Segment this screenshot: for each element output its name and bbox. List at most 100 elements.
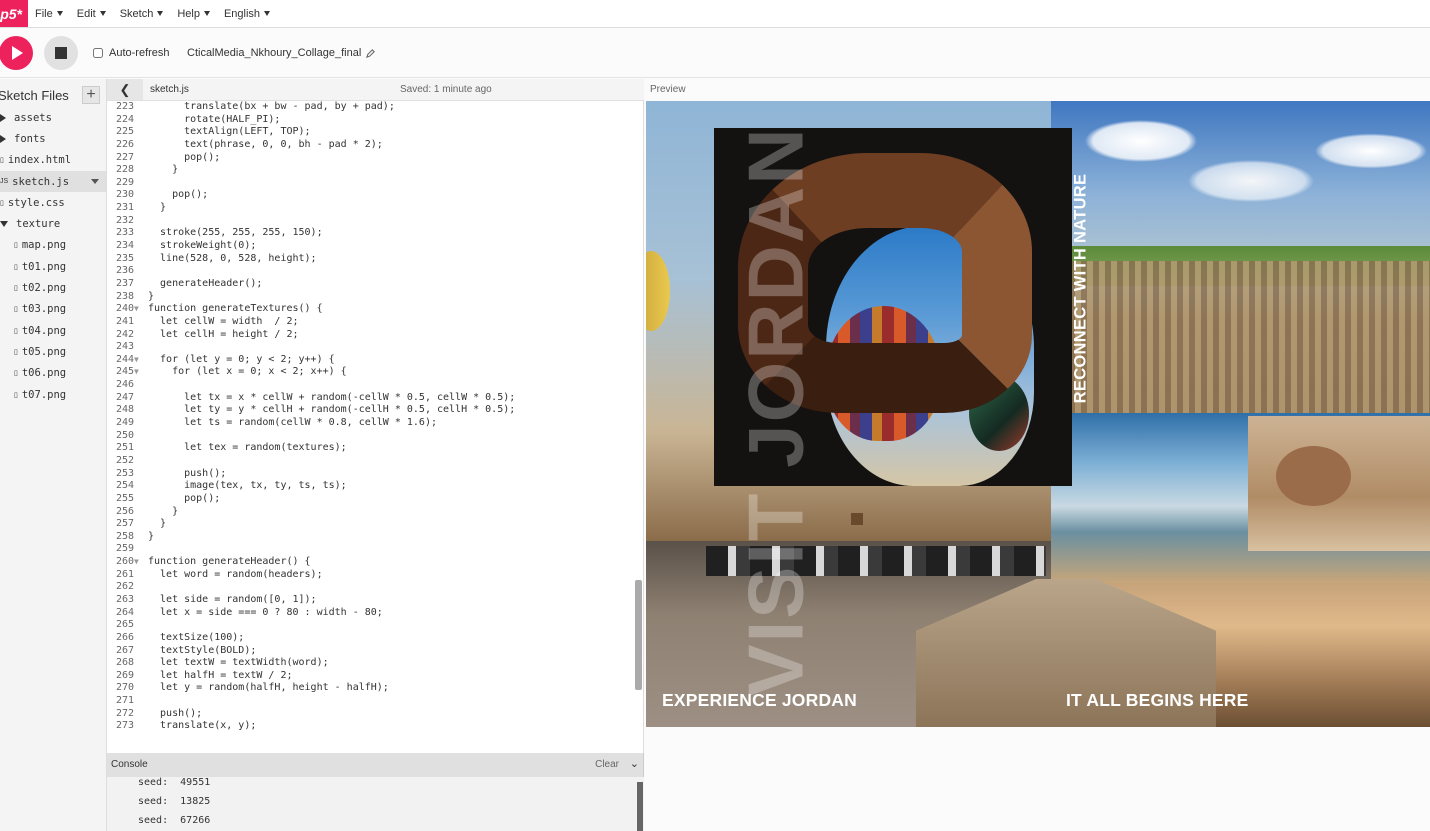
menu-edit[interactable]: Edit xyxy=(77,8,106,20)
caption-left: EXPERIENCE JORDAN xyxy=(662,690,857,710)
pencil-icon[interactable] xyxy=(366,48,376,58)
file-icon: ▯ xyxy=(14,306,18,314)
code-text: push(); xyxy=(148,707,203,719)
line-number: 243 xyxy=(115,341,134,353)
file-item[interactable]: ▯ t04.png xyxy=(0,320,106,341)
code-line: 250 xyxy=(107,430,643,443)
code-text: let tex = random(textures); xyxy=(148,442,347,454)
file-item[interactable]: ▯ index.html xyxy=(0,150,106,171)
caret-right-icon[interactable] xyxy=(0,113,6,122)
file-item[interactable]: ▯ t06.png xyxy=(0,363,106,384)
code-text: translate(x, y); xyxy=(148,720,257,732)
code-line: 249 let ts = random(cellW * 0.8, cellW *… xyxy=(107,417,643,430)
file-item[interactable]: ▯ t07.png xyxy=(0,384,106,405)
play-button[interactable] xyxy=(0,36,33,70)
line-number: 271 xyxy=(115,695,134,707)
file-item[interactable]: ▯ t01.png xyxy=(0,256,106,277)
console-scrollbar[interactable] xyxy=(637,782,643,831)
code-line: 258} xyxy=(107,531,643,544)
file-item[interactable]: ▯ map.png xyxy=(0,235,106,256)
project-name-text: CticalMedia_Nkhoury_Collage_final xyxy=(187,47,362,59)
fold-icon[interactable]: ▼ xyxy=(134,556,139,569)
code-line: 252 xyxy=(107,455,643,468)
code-line: 263 let side = random([0, 1]); xyxy=(107,594,643,607)
caption-right: IT ALL BEGINS HERE xyxy=(1066,690,1249,710)
file-name: t07.png xyxy=(21,388,67,401)
code-line: 234 strokeWeight(0); xyxy=(107,240,643,253)
code-line: 243 xyxy=(107,341,643,354)
file-options-icon[interactable] xyxy=(91,178,99,184)
caret-right-icon[interactable] xyxy=(0,134,6,143)
autorefresh-checkbox[interactable] xyxy=(93,48,103,58)
code-text: stroke(255, 255, 255, 150); xyxy=(148,227,323,239)
file-name: fonts xyxy=(14,132,46,145)
code-text: for (let x = 0; x < 2; x++) { xyxy=(148,366,347,378)
preview-canvas[interactable]: VISIT JORDAN RECONNECT WITH NATURE EXPER… xyxy=(646,101,1430,727)
menu-file[interactable]: File xyxy=(35,8,63,20)
clouds-image xyxy=(1051,101,1430,231)
line-number: 224 xyxy=(115,113,134,125)
console-value: 49551 xyxy=(180,777,211,788)
code-line: 241 let cellW = width / 2; xyxy=(107,316,643,329)
line-number: 255 xyxy=(115,492,134,504)
menu-language[interactable]: English xyxy=(224,8,271,20)
file-item[interactable]: ▯ style.css xyxy=(0,192,106,213)
folder-item[interactable]: assets xyxy=(0,107,106,128)
folder-item[interactable]: fonts xyxy=(0,128,106,149)
autorefresh-toggle[interactable]: Auto-refresh xyxy=(93,47,170,59)
file-item[interactable]: ▯ t02.png xyxy=(0,277,106,298)
file-item[interactable]: ▯ t03.png xyxy=(0,299,106,320)
file-name: texture xyxy=(16,218,61,231)
menu-help[interactable]: Help xyxy=(177,8,210,20)
code-line: 270 let y = random(halfH, height - halfH… xyxy=(107,682,643,695)
file-icon: ▯ xyxy=(0,199,4,207)
code-text: pop(); xyxy=(148,189,209,201)
fold-icon[interactable]: ▼ xyxy=(134,366,139,379)
line-number: 272 xyxy=(115,707,134,719)
code-line: 255 pop(); xyxy=(107,493,643,506)
code-line: 271 xyxy=(107,695,643,708)
fold-icon[interactable]: ▼ xyxy=(134,303,139,316)
code-text: let ts = random(cellW * 0.8, cellW * 1.6… xyxy=(148,417,437,429)
code-line: 225 textAlign(LEFT, TOP); xyxy=(107,126,643,139)
line-number: 249 xyxy=(115,417,134,429)
file-item[interactable]: ▯ t05.png xyxy=(0,341,106,362)
folder-item[interactable]: texture xyxy=(0,213,106,234)
file-item[interactable]: JS sketch.js xyxy=(0,170,106,193)
balloon-basket-image xyxy=(851,513,863,525)
stop-button[interactable] xyxy=(44,36,78,70)
line-number: 257 xyxy=(115,518,134,530)
add-file-button[interactable]: + xyxy=(82,86,100,104)
editor-tab-name[interactable]: sketch.js xyxy=(150,84,189,95)
project-name[interactable]: CticalMedia_Nkhoury_Collage_final xyxy=(187,47,376,59)
line-number: 264 xyxy=(115,606,134,618)
code-line: 259 xyxy=(107,543,643,556)
line-number: 227 xyxy=(115,151,134,163)
code-text: image(tex, tx, ty, ts, ts); xyxy=(148,480,347,492)
menu-sketch[interactable]: Sketch xyxy=(120,8,164,20)
collapse-sidebar-button[interactable]: ❮ xyxy=(107,79,143,100)
fold-icon[interactable]: ▼ xyxy=(134,354,139,367)
line-number: 254 xyxy=(115,480,134,492)
code-line: 273 translate(x, y); xyxy=(107,720,643,733)
line-number: 256 xyxy=(115,505,134,517)
line-number: 265 xyxy=(115,619,134,631)
line-number: 259 xyxy=(115,543,134,555)
code-text: for (let y = 0; y < 2; y++) { xyxy=(148,353,335,365)
code-text: strokeWeight(0); xyxy=(148,240,257,252)
code-text: } xyxy=(148,518,167,530)
chevron-down-icon[interactable]: ⌄ xyxy=(630,757,639,770)
line-number: 228 xyxy=(115,164,134,176)
code-text: function generateTextures() { xyxy=(148,303,323,315)
console-clear-button[interactable]: Clear xyxy=(595,759,619,770)
saved-status: Saved: 1 minute ago xyxy=(400,84,492,95)
code-line: 242 let cellH = height / 2; xyxy=(107,329,643,342)
editor-scrollbar[interactable] xyxy=(635,580,642,690)
code-line: 251 let tex = random(textures); xyxy=(107,442,643,455)
line-number: 250 xyxy=(115,429,134,441)
code-editor[interactable]: 223 translate(bx + bw - pad, by + pad); 2… xyxy=(107,101,644,753)
file-name: map.png xyxy=(21,239,67,252)
code-line: 246 xyxy=(107,379,643,392)
p5-logo[interactable]: p5* xyxy=(0,0,28,27)
caret-down-icon[interactable] xyxy=(0,221,8,228)
